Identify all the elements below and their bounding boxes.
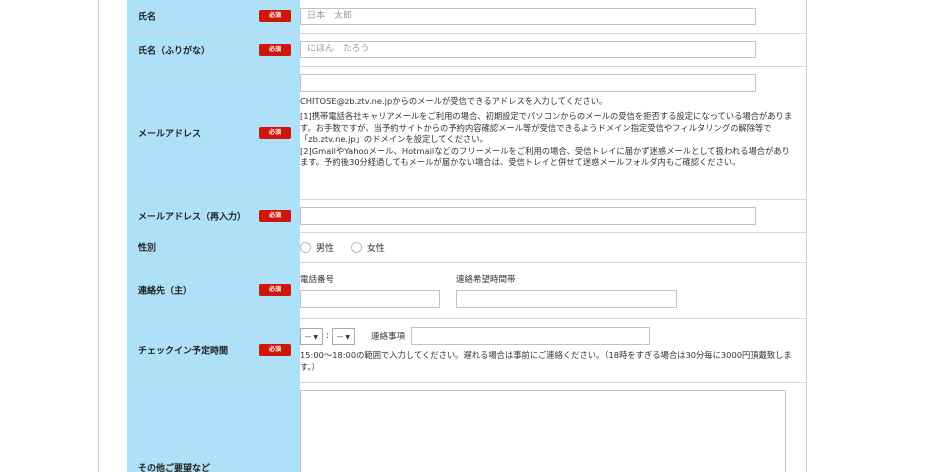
phone-input[interactable] [300,289,440,308]
contact-time-label: 連絡希望時間帯 [456,274,516,285]
guest-info-table: 氏名 必須 日本 太郎 氏名（ふりがな） 必須 にほん たろう メールアドレス … [127,0,806,472]
gender-male-label[interactable]: 男性 [316,241,334,254]
requests-textarea[interactable] [300,389,786,472]
row-checkin: チェックイン予定時間 必須 -- ▼ : -- ▼ 連絡事項 15:00～18:… [127,318,806,383]
row-contact-header: 連絡先（主） 必須 [127,262,300,319]
row-name-cell: 日本 太郎 [300,0,806,34]
required-badge: 必須 [259,10,291,23]
phone-label: 電話番号 [300,274,335,285]
row-email-confirm-header: メールアドレス（再入力） 必須 [127,199,300,233]
checkin-controls: -- ▼ : -- ▼ 連絡事項 [300,327,796,345]
chevron-down-icon: ▼ [313,333,318,341]
phone-group: 電話番号 [300,273,456,308]
gender-male-radio[interactable] [300,241,311,253]
row-email-confirm-cell [300,199,806,233]
row-requests-cell [300,382,806,472]
contact-fields: 電話番号 連絡希望時間帯 [300,273,806,308]
email-input[interactable] [300,73,756,92]
row-checkin-cell: -- ▼ : -- ▼ 連絡事項 15:00～18:00の範囲で入力してください… [300,318,806,383]
time-separator: : [325,331,329,341]
checkin-hour-select[interactable]: -- ▼ [300,327,323,345]
row-name-header: 氏名 必須 [127,0,300,34]
required-badge: 必須 [259,126,291,139]
checkin-note: 15:00～18:00の範囲で入力してください。遅れる場合は事前にご連絡ください… [300,350,792,372]
email-note-domain: CHITOSE@zb.ztv.ne.jpからのメールが受信できるアドレスを入力し… [300,95,608,106]
email-confirm-label: メールアドレス（再入力） [138,212,247,222]
row-email-cell: CHITOSE@zb.ztv.ne.jpからのメールが受信できるアドレスを入力し… [300,66,806,200]
kana-label: 氏名（ふりがな） [138,46,211,56]
kana-input[interactable]: にほん たろう [300,41,756,58]
email-confirm-input[interactable] [300,206,756,225]
remarks-label: 連絡事項 [370,332,405,342]
requests-label: その他ご要望など [138,463,211,472]
email-label: メールアドレス [138,129,202,139]
checkin-hour-value: -- [305,331,311,341]
row-email-confirm: メールアドレス（再入力） 必須 [127,199,806,233]
row-gender-cell: 男性 女性 [300,232,806,263]
contact-time-input[interactable] [456,289,677,308]
checkin-minute-value: -- [337,331,343,341]
row-name: 氏名 必須 日本 太郎 [127,0,806,34]
row-requests-header: その他ご要望など [127,382,300,472]
contact-label: 連絡先（主） [138,286,193,297]
gender-female-label[interactable]: 女性 [367,241,385,254]
required-badge: 必須 [259,43,291,56]
row-gender-header: 性別 [127,232,300,263]
row-kana-cell: にほん たろう [300,33,806,67]
email-note-freemail: [2]GmailやYahooメール、Hotmailなどのフリーメールをご利用の場… [300,145,790,168]
remarks-input[interactable] [410,327,650,345]
row-checkin-header: チェックイン予定時間 必須 [127,318,300,383]
checkin-label: チェックイン予定時間 [138,346,229,357]
required-badge: 必須 [259,344,291,356]
row-requests: その他ご要望など [127,382,806,472]
row-kana-header: 氏名（ふりがな） 必須 [127,33,300,67]
row-kana: 氏名（ふりがな） 必須 にほん たろう [127,33,806,67]
row-gender: 性別 男性 女性 [127,232,806,263]
reservation-form-frame: 氏名 必須 日本 太郎 氏名（ふりがな） 必須 にほん たろう メールアドレス … [98,0,807,472]
row-email-header: メールアドレス 必須 [127,66,300,200]
row-contact-cell: 電話番号 連絡希望時間帯 [300,262,806,319]
gender-label: 性別 [138,243,157,254]
email-note-carrier: [1]携帯電話各社キャリアメールをご利用の場合、初期設定でパソコンからのメールの… [300,111,793,144]
required-badge: 必須 [259,209,291,222]
name-input[interactable]: 日本 太郎 [300,7,756,25]
row-email: メールアドレス 必須 CHITOSE@zb.ztv.ne.jpからのメールが受信… [127,66,806,200]
chevron-down-icon: ▼ [345,333,350,341]
gender-female-radio[interactable] [350,241,362,253]
required-badge: 必須 [259,284,291,296]
checkin-minute-select[interactable]: -- ▼ [332,327,355,345]
name-label: 氏名 [138,12,157,23]
contact-time-group: 連絡希望時間帯 [456,273,677,308]
row-contact: 連絡先（主） 必須 電話番号 連絡希望時間帯 [127,262,806,319]
